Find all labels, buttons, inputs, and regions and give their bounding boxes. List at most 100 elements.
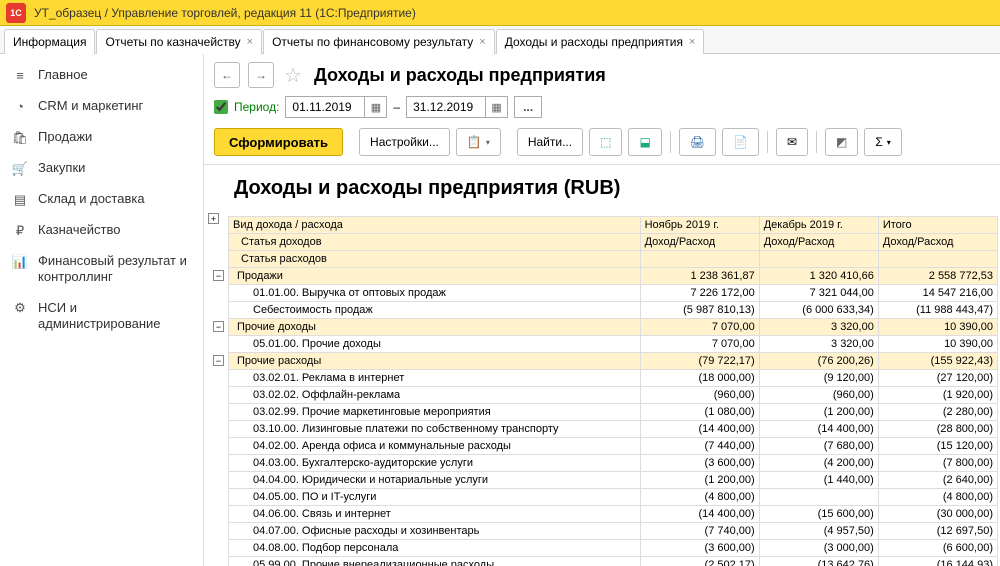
close-icon[interactable]: ×	[479, 36, 485, 48]
copy-icon: 📋	[467, 135, 482, 149]
calendar-from-icon[interactable]: ▦	[364, 97, 386, 117]
period-checkbox[interactable]	[214, 100, 228, 114]
sidebar-item-0[interactable]: ≡Главное	[0, 60, 203, 91]
row-val-2: (155 922,43)	[878, 353, 997, 370]
row-name: 04.02.00. Аренда офиса и коммунальные ра…	[253, 440, 511, 452]
sidebar-item-label: Главное	[38, 67, 191, 83]
row-val-2: (28 800,00)	[878, 421, 997, 438]
print-button[interactable]: 🖨	[679, 128, 716, 156]
tab-label: Доходы и расходы предприятия	[505, 35, 683, 49]
calendar-to-icon[interactable]: ▦	[485, 97, 507, 117]
table-row: 05.01.00. Прочие доходы7 070,003 320,001…	[229, 336, 998, 353]
row-val-2: (11 988 443,47)	[878, 302, 997, 319]
mail-button[interactable]: ✉	[776, 128, 808, 156]
pie-icon: ◔	[12, 99, 28, 115]
row-name: 04.07.00. Офисные расходы и хозинвентарь	[253, 525, 479, 537]
sidebar-item-label: Склад и доставка	[38, 191, 191, 207]
tree-expand-all[interactable]: +	[208, 211, 219, 226]
row-val-2: 2 558 772,53	[878, 268, 997, 285]
period-more-button[interactable]: ...	[514, 96, 542, 118]
row-val-0: 7 070,00	[640, 319, 759, 336]
row-val-2: (12 697,50)	[878, 523, 997, 540]
tab-strip: ИнформацияОтчеты по казначейству×Отчеты …	[0, 26, 1000, 54]
logo-1c-icon: 1C	[6, 3, 26, 23]
row-val-2: (27 120,00)	[878, 370, 997, 387]
table-row: 03.02.02. Оффлайн-реклама(960,00)(960,00…	[229, 387, 998, 404]
row-name: 01.01.00. Выручка от оптовых продаж	[253, 287, 446, 299]
row-val-2: 10 390,00	[878, 336, 997, 353]
tree-toggle-icon[interactable]: −	[213, 355, 224, 366]
generate-button[interactable]: Сформировать	[214, 128, 343, 156]
settings-button[interactable]: Настройки...	[359, 128, 450, 156]
header-col-2: Итого	[878, 217, 997, 234]
tab-2[interactable]: Отчеты по финансовому результату ×	[263, 29, 495, 54]
tree-toggle-icon[interactable]: −	[213, 321, 224, 332]
sidebar-item-2[interactable]: 🛍Продажи	[0, 122, 203, 153]
date-to-field[interactable]	[407, 100, 485, 114]
tree-toggle-icon[interactable]: −	[213, 270, 224, 281]
table-row: −Прочие доходы7 070,003 320,0010 390,00	[229, 319, 998, 336]
row-val-0: (1 080,00)	[640, 404, 759, 421]
tab-0[interactable]: Информация	[4, 29, 95, 54]
content-area: ← → ☆ Доходы и расходы предприятия Перио…	[204, 54, 1000, 566]
forward-button[interactable]: →	[248, 62, 274, 88]
tab-3[interactable]: Доходы и расходы предприятия ×	[496, 29, 705, 54]
row-val-2: (2 280,00)	[878, 404, 997, 421]
row-val-1: (3 000,00)	[759, 540, 878, 557]
date-from-field[interactable]	[286, 100, 364, 114]
row-val-1: (9 120,00)	[759, 370, 878, 387]
tab-label: Отчеты по финансовому результату	[272, 35, 473, 49]
row-val-0: (14 400,00)	[640, 421, 759, 438]
tab-1[interactable]: Отчеты по казначейству×	[96, 29, 262, 54]
row-val-1: (960,00)	[759, 387, 878, 404]
table-row: 04.07.00. Офисные расходы и хозинвентарь…	[229, 523, 998, 540]
header-col-0: Ноябрь 2019 г.	[640, 217, 759, 234]
row-val-2: (6 600,00)	[878, 540, 997, 557]
back-button[interactable]: ←	[214, 62, 240, 88]
period-label: Период:	[234, 100, 279, 114]
row-name: 04.04.00. Юридически и нотариальные услу…	[253, 474, 488, 486]
row-name: 04.05.00. ПО и IT-услуги	[253, 491, 376, 503]
sidebar-item-6[interactable]: 📊Финансовый результат и контроллинг	[0, 246, 203, 293]
save-report-button[interactable]: 📄	[722, 128, 759, 156]
title-bar: 1C УТ_образец / Управление торговлей, ре…	[0, 0, 1000, 26]
sidebar-item-7[interactable]: ⚙НСИ и администрирование	[0, 293, 203, 340]
sidebar-item-5[interactable]: ₽Казначейство	[0, 215, 203, 246]
row-val-1: (14 400,00)	[759, 421, 878, 438]
sidebar-item-1[interactable]: ◔CRM и маркетинг	[0, 91, 203, 122]
favorite-star-icon[interactable]: ☆	[282, 64, 304, 86]
row-val-0: (5 987 810,13)	[640, 302, 759, 319]
sidebar-item-3[interactable]: 🛒Закупки	[0, 153, 203, 184]
sidebar-item-4[interactable]: ▤Склад и доставка	[0, 184, 203, 215]
table-row: 04.08.00. Подбор персонала(3 600,00)(3 0…	[229, 540, 998, 557]
grid-header-sub2: Статья расходов	[229, 251, 998, 268]
expand-button[interactable]: ⬚	[589, 128, 622, 156]
find-button[interactable]: Найти...	[517, 128, 583, 156]
row-name: 03.02.99. Прочие маркетинговые мероприят…	[253, 406, 491, 418]
row-val-0: (79 722,17)	[640, 353, 759, 370]
collapse-button[interactable]: ⬓	[628, 128, 661, 156]
sigma-icon: Σ	[875, 135, 882, 149]
sum-button[interactable]: Σ▾	[864, 128, 901, 156]
print-icon: 🖨	[690, 135, 705, 149]
close-icon[interactable]: ×	[689, 36, 695, 48]
table-row: Себестоимость продаж(5 987 810,13)(6 000…	[229, 302, 998, 319]
table-row: 03.10.00. Лизинговые платежи по собствен…	[229, 421, 998, 438]
table-row: −Прочие расходы(79 722,17)(76 200,26)(15…	[229, 353, 998, 370]
variants-button[interactable]: ◩	[825, 128, 858, 156]
sidebar-item-label: Казначейство	[38, 222, 191, 238]
row-name: 03.10.00. Лизинговые платежи по собствен…	[253, 423, 558, 435]
date-from-input[interactable]: ▦	[285, 96, 387, 118]
close-icon[interactable]: ×	[247, 36, 253, 48]
basket-icon: 🛒	[12, 161, 28, 177]
copy-button[interactable]: 📋▾	[456, 128, 501, 156]
grid-header-sub1: Статья доходов Доход/Расход Доход/Расход…	[229, 234, 998, 251]
table-row: 01.01.00. Выручка от оптовых продаж 7 226…	[229, 285, 998, 302]
row-name: Прочие доходы	[237, 321, 316, 333]
row-name: 05.01.00. Прочие доходы	[253, 338, 381, 350]
row-val-2: (16 144,93)	[878, 557, 997, 566]
date-to-input[interactable]: ▦	[406, 96, 508, 118]
row-val-0: 7 226 172,00	[640, 285, 759, 302]
collapse-icon: ⬓	[639, 135, 650, 149]
row-val-1: (6 000 633,34)	[759, 302, 878, 319]
